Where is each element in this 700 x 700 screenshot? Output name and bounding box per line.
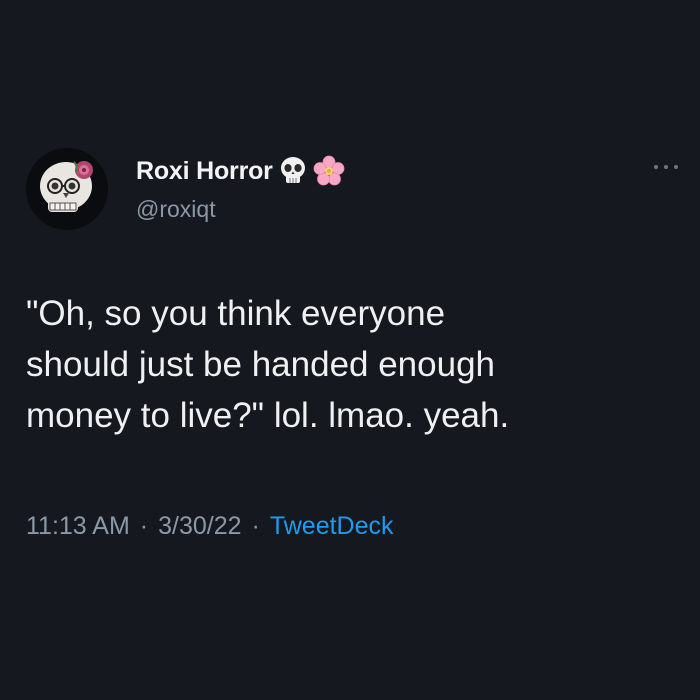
skull-avatar-icon	[40, 161, 93, 212]
tweet-meta: 11:13 AM · 3/30/22 · TweetDeck	[26, 512, 394, 541]
meta-separator: ·	[139, 512, 149, 540]
more-options-icon[interactable]	[654, 160, 678, 174]
tweet-source-link[interactable]: TweetDeck	[270, 512, 394, 541]
tweet-time[interactable]: 11:13 AM	[26, 512, 130, 541]
tweet-card: Roxi Horror @roxiqt "Oh, so you think ev…	[0, 0, 700, 700]
meta-separator: ·	[251, 512, 260, 540]
tweet-date[interactable]: 3/30/22	[158, 512, 241, 541]
user-handle[interactable]: @roxiqt	[136, 196, 216, 223]
tweet-text: "Oh, so you think everyone should just b…	[26, 294, 510, 435]
skull-icon	[279, 156, 307, 186]
cherry-blossom-icon	[313, 155, 345, 187]
avatar[interactable]	[26, 148, 108, 230]
display-name[interactable]: Roxi Horror	[136, 157, 273, 186]
name-row: Roxi Horror	[136, 153, 345, 189]
